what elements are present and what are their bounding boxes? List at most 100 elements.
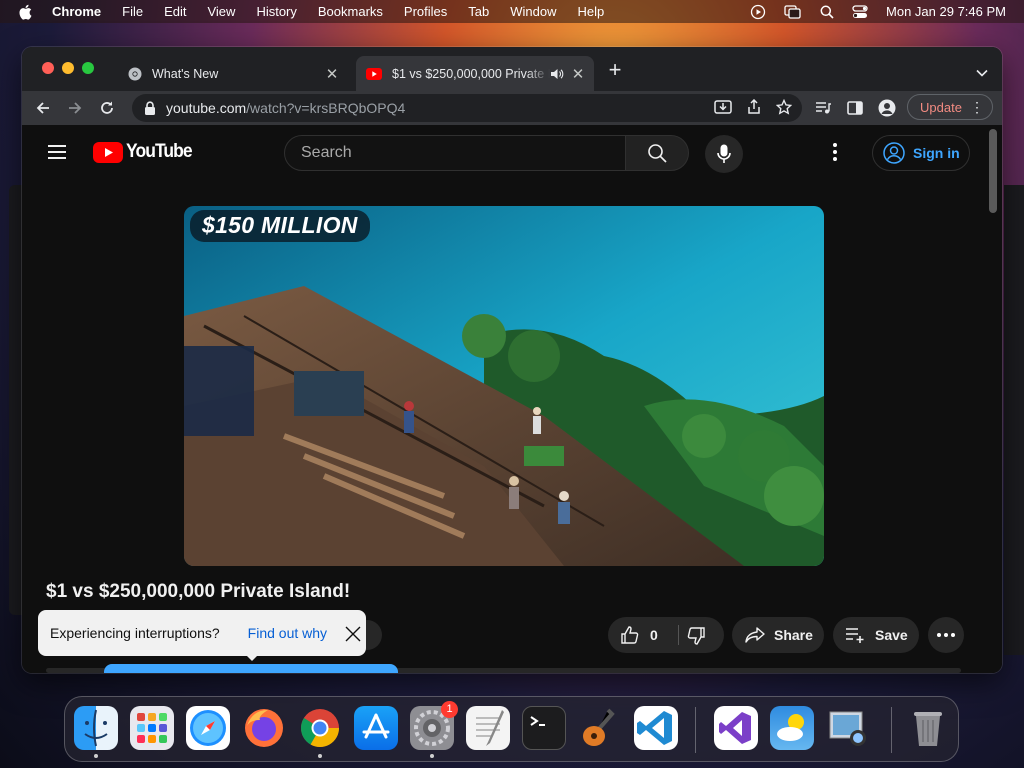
youtube-logo[interactable]: YouTube <box>93 141 197 163</box>
search-input[interactable]: Search <box>284 135 626 171</box>
running-indicator <box>94 754 98 758</box>
close-window-button[interactable] <box>42 62 54 74</box>
safari-icon[interactable] <box>186 706 230 750</box>
share-button[interactable]: Share <box>732 617 824 653</box>
more-actions-button[interactable] <box>928 617 964 653</box>
dock-separator <box>695 707 696 753</box>
preview-icon[interactable] <box>826 706 870 750</box>
terminal-icon[interactable] <box>522 706 566 750</box>
youtube-masthead: YouTube Search Sign in <box>22 125 987 181</box>
chrome-menu-icon[interactable]: ⋮ <box>970 99 984 116</box>
running-indicator <box>318 754 322 758</box>
scrollbar-thumb[interactable] <box>989 129 997 213</box>
profile-avatar-icon[interactable] <box>878 99 896 117</box>
site-info-lock-icon[interactable] <box>144 101 156 115</box>
toast-message: Experiencing interruptions? <box>50 625 220 641</box>
minimize-window-button[interactable] <box>62 62 74 74</box>
launchpad-icon[interactable] <box>130 706 174 750</box>
apple-menu-icon[interactable] <box>18 4 34 20</box>
toast-close-icon[interactable] <box>344 625 362 643</box>
spotlight-search-icon[interactable] <box>820 5 834 19</box>
media-controls-icon[interactable] <box>814 99 832 117</box>
save-label: Save <box>875 627 908 643</box>
garageband-icon[interactable] <box>578 706 622 750</box>
menu-app-name[interactable]: Chrome <box>52 4 101 19</box>
trash-icon[interactable] <box>906 706 950 750</box>
search-icon <box>648 144 667 163</box>
side-panel-icon[interactable] <box>846 99 864 117</box>
speaker-icon[interactable] <box>550 68 564 80</box>
new-tab-button[interactable]: + <box>606 59 624 81</box>
tab-whats-new[interactable]: What's New ✕ <box>118 56 348 91</box>
bookmark-star-icon[interactable] <box>775 98 793 120</box>
menu-tab[interactable]: Tab <box>468 4 489 19</box>
back-arrow-icon[interactable] <box>34 99 52 117</box>
search-placeholder: Search <box>301 144 352 161</box>
close-tab-icon[interactable]: ✕ <box>324 66 340 83</box>
textedit-icon[interactable] <box>466 706 510 750</box>
menu-file[interactable]: File <box>122 4 143 19</box>
install-app-icon[interactable] <box>714 99 732 120</box>
microphone-icon <box>717 144 731 163</box>
tab-title: What's New <box>152 66 219 81</box>
find-out-why-link[interactable]: Find out why <box>248 625 327 641</box>
chrome-window: What's New ✕ $1 vs $250,000,000 Private … <box>22 47 1002 673</box>
tab-title: $1 vs $250,000,000 Private Island! <box>392 66 550 81</box>
search-button[interactable] <box>625 135 689 171</box>
running-indicator <box>430 754 434 758</box>
youtube-wordmark: YouTube <box>126 141 193 162</box>
chrome-icon <box>128 67 142 81</box>
tab-strip: What's New ✕ $1 vs $250,000,000 Private … <box>22 47 1002 91</box>
app-store-icon[interactable] <box>354 706 398 750</box>
address-bar[interactable]: youtube.com/watch?v=krsBRQbOPQ4 <box>132 94 802 122</box>
macos-dock <box>64 696 959 762</box>
settings-notification-badge: 1 <box>441 701 458 718</box>
share-label: Share <box>774 627 813 643</box>
thumbs-down-icon <box>687 627 705 645</box>
visual-studio-icon[interactable] <box>714 706 758 750</box>
tab-search-chevron-icon[interactable] <box>976 64 988 82</box>
like-button[interactable] <box>620 625 640 645</box>
reload-icon[interactable] <box>98 99 116 117</box>
video-player[interactable]: $150 MILLION <box>184 206 824 566</box>
more-horizontal-icon <box>937 633 955 637</box>
fullscreen-window-button[interactable] <box>82 62 94 74</box>
video-title: $1 vs $250,000,000 Private Island! <box>46 581 351 602</box>
share-page-icon[interactable] <box>746 98 762 120</box>
control-center-icon[interactable] <box>852 4 868 19</box>
menu-help[interactable]: Help <box>578 4 605 19</box>
media-play-icon[interactable] <box>750 4 766 20</box>
voice-search-button[interactable] <box>705 135 743 173</box>
chrome-app-icon[interactable] <box>298 706 342 750</box>
browser-toolbar: youtube.com/watch?v=krsBRQbOPQ4 Update ⋮ <box>22 91 1002 125</box>
menu-window[interactable]: Window <box>510 4 556 19</box>
menu-profiles[interactable]: Profiles <box>404 4 447 19</box>
save-to-playlist-button[interactable]: Save <box>833 617 919 653</box>
url-host: youtube.com <box>166 100 247 116</box>
weather-icon[interactable] <box>770 706 814 750</box>
menu-clock[interactable]: Mon Jan 29 7:46 PM <box>886 4 1006 19</box>
thumbnail-price-badge: $150 MILLION <box>190 210 370 242</box>
playlist-add-icon <box>845 627 867 643</box>
close-tab-icon[interactable]: ✕ <box>570 66 586 83</box>
menu-bookmarks[interactable]: Bookmarks <box>318 4 383 19</box>
settings-more-icon[interactable] <box>833 143 837 161</box>
firefox-icon[interactable] <box>242 706 286 750</box>
menu-history[interactable]: History <box>256 4 296 19</box>
menu-view[interactable]: View <box>207 4 235 19</box>
tab-youtube-video[interactable]: $1 vs $250,000,000 Private Island! ✕ <box>356 56 594 91</box>
subscribe-button-edge[interactable] <box>104 664 398 673</box>
finder-icon[interactable] <box>74 706 118 750</box>
visual-studio-code-icon[interactable] <box>634 706 678 750</box>
screen-mirroring-icon[interactable] <box>784 4 802 20</box>
update-chrome-button[interactable]: Update ⋮ <box>907 94 993 120</box>
menu-edit[interactable]: Edit <box>164 4 186 19</box>
like-dislike-group: 0 <box>608 617 724 653</box>
dock-separator <box>891 707 892 753</box>
guide-menu-icon[interactable] <box>48 145 66 159</box>
sign-in-button[interactable]: Sign in <box>872 135 970 171</box>
background-window-left <box>9 185 23 615</box>
background-window-right <box>1004 185 1024 655</box>
dislike-button[interactable] <box>686 626 706 646</box>
forward-arrow-icon[interactable] <box>66 99 84 117</box>
